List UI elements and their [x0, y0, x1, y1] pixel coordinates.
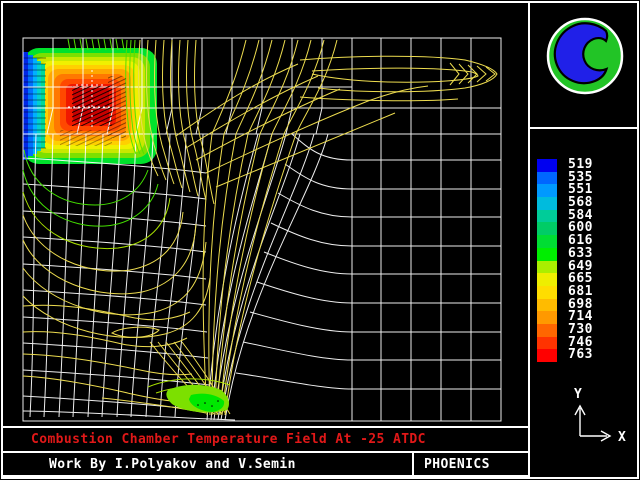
- legend-swatch: [537, 299, 557, 312]
- legend-swatch: [537, 210, 557, 223]
- legend: 5195355515685846006166336496656816987147…: [537, 159, 593, 362]
- legend-swatch: [537, 261, 557, 274]
- y-axis-label: Y: [574, 387, 582, 402]
- legend-swatch: [537, 222, 557, 235]
- sidebar-separator: [528, 1, 530, 477]
- legend-swatch: [537, 184, 557, 197]
- legend-swatch: [537, 235, 557, 248]
- plot-title: Combustion Chamber Temperature Field At …: [31, 432, 426, 447]
- legend-swatch: [537, 273, 557, 286]
- legend-swatch: [537, 324, 557, 337]
- legend-swatch: [537, 311, 557, 324]
- credit-box: Work By I.Polyakov and V.Semin: [1, 451, 414, 477]
- legend-swatch: [537, 197, 557, 210]
- legend-swatch: [537, 172, 557, 185]
- legend-swatch: [537, 248, 557, 261]
- plot-title-box: Combustion Chamber Temperature Field At …: [1, 426, 530, 453]
- brand-text: PHOENICS: [424, 457, 490, 472]
- legend-value: 763: [568, 349, 593, 362]
- x-axis-label: X: [618, 430, 626, 445]
- phoenics-logo-icon: [542, 14, 628, 100]
- legend-swatch: [537, 159, 557, 172]
- phoenics-screen: 5195355515685846006166336496656816987147…: [0, 0, 640, 480]
- legend-swatch: [537, 337, 557, 350]
- credit-text: Work By I.Polyakov and V.Semin: [49, 457, 296, 472]
- legend-swatch: [537, 349, 557, 362]
- logo-divider: [530, 127, 637, 129]
- brand-box: PHOENICS: [412, 451, 530, 477]
- legend-swatch: [537, 286, 557, 299]
- axis-triad: Y X: [552, 386, 637, 458]
- legend-row: 763: [537, 349, 593, 362]
